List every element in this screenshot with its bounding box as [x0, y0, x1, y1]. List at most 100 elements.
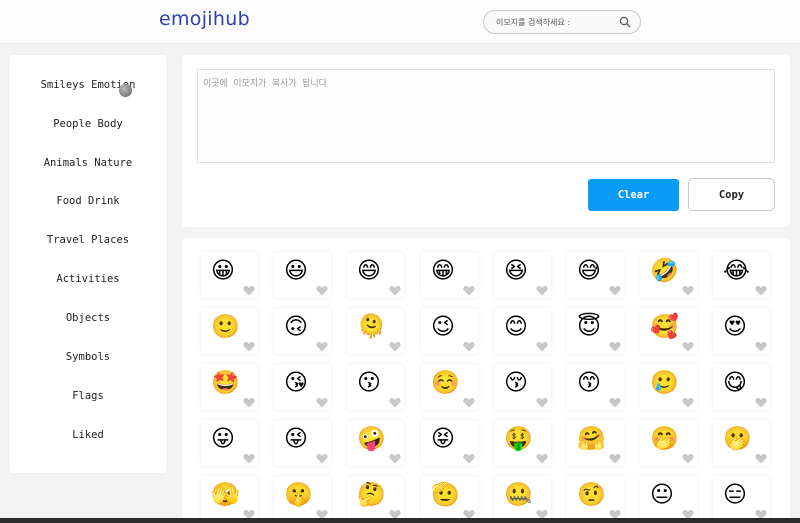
heart-icon[interactable]: [536, 285, 548, 296]
sidebar-item-activities[interactable]: Activities: [9, 267, 167, 291]
copy-textarea[interactable]: [203, 76, 769, 156]
heart-icon[interactable]: [463, 397, 475, 408]
heart-icon[interactable]: [609, 397, 621, 408]
search-icon[interactable]: [619, 16, 631, 28]
emoji-glyph: 😝: [431, 426, 455, 452]
sidebar-item-animals-nature[interactable]: Animals Nature: [9, 151, 167, 175]
emoji-card[interactable]: 🤑: [494, 420, 551, 466]
heart-icon[interactable]: [682, 285, 694, 296]
sidebar-item-smileys-emotion[interactable]: Smileys Emotion: [9, 73, 167, 97]
emoji-card[interactable]: 😐: [640, 476, 697, 522]
emoji-glyph: 🤭: [650, 426, 679, 452]
emoji-glyph: 😆: [504, 258, 528, 284]
heart-icon[interactable]: [682, 453, 694, 464]
emoji-glyph: 😘: [284, 370, 308, 396]
heart-icon[interactable]: [609, 285, 621, 296]
emoji-card[interactable]: 😅: [567, 252, 624, 298]
sidebar-item-travel-places[interactable]: Travel Places: [9, 228, 167, 252]
emoji-card[interactable]: 🤨: [567, 476, 624, 522]
emoji-card[interactable]: 😇: [567, 308, 624, 354]
emoji-glyph: 😀: [211, 258, 235, 284]
emoji-card[interactable]: 🤪: [347, 420, 404, 466]
heart-icon[interactable]: [389, 285, 401, 296]
heart-icon[interactable]: [609, 341, 621, 352]
emoji-card[interactable]: 😙: [567, 364, 624, 410]
emoji-card[interactable]: 🥰: [640, 308, 697, 354]
heart-icon[interactable]: [536, 453, 548, 464]
heart-icon[interactable]: [316, 285, 328, 296]
emoji-card[interactable]: 😆: [494, 252, 551, 298]
emoji-card[interactable]: 🤭: [640, 420, 697, 466]
emoji-card[interactable]: ☺️: [421, 364, 478, 410]
emoji-glyph: 😛: [211, 426, 235, 452]
category-sidebar: Smileys Emotion People Body Animals Natu…: [9, 55, 167, 473]
sidebar-item-liked[interactable]: Liked: [9, 423, 167, 447]
heart-icon[interactable]: [389, 397, 401, 408]
heart-icon[interactable]: [243, 453, 255, 464]
heart-icon[interactable]: [536, 341, 548, 352]
emoji-glyph: 🙃: [284, 314, 308, 340]
heart-icon[interactable]: [682, 341, 694, 352]
clear-button[interactable]: Clear: [588, 179, 679, 211]
emoji-card[interactable]: 😗: [347, 364, 404, 410]
heart-icon[interactable]: [243, 397, 255, 408]
emoji-glyph: 😁: [431, 258, 455, 284]
emoji-card[interactable]: 😀: [201, 252, 258, 298]
heart-icon[interactable]: [316, 397, 328, 408]
emoji-card[interactable]: 😉: [421, 308, 478, 354]
emoji-card[interactable]: 😂: [713, 252, 770, 298]
emoji-card[interactable]: 😋: [713, 364, 770, 410]
emoji-card[interactable]: 😑: [713, 476, 770, 522]
heart-icon[interactable]: [316, 453, 328, 464]
emoji-card[interactable]: 😝: [421, 420, 478, 466]
emoji-card[interactable]: 😄: [347, 252, 404, 298]
heart-icon[interactable]: [609, 453, 621, 464]
emoji-card[interactable]: 🥲: [640, 364, 697, 410]
emoji-card[interactable]: 🫢: [713, 420, 770, 466]
search-box[interactable]: [483, 10, 641, 34]
heart-icon[interactable]: [755, 285, 767, 296]
copy-button[interactable]: Copy: [688, 178, 775, 211]
emoji-card[interactable]: 😚: [494, 364, 551, 410]
heart-icon[interactable]: [463, 285, 475, 296]
heart-icon[interactable]: [389, 453, 401, 464]
heart-icon[interactable]: [755, 341, 767, 352]
emoji-card[interactable]: 🤣: [640, 252, 697, 298]
emoji-card[interactable]: 😘: [274, 364, 331, 410]
heart-icon[interactable]: [682, 397, 694, 408]
emoji-card[interactable]: 🙃: [274, 308, 331, 354]
emoji-card[interactable]: 🫣: [201, 476, 258, 522]
sidebar-item-flags[interactable]: Flags: [9, 384, 167, 408]
emoji-card[interactable]: 🫠: [347, 308, 404, 354]
emoji-card[interactable]: 😊: [494, 308, 551, 354]
emoji-card[interactable]: 😜: [274, 420, 331, 466]
heart-icon[interactable]: [243, 341, 255, 352]
sidebar-item-objects[interactable]: Objects: [9, 306, 167, 330]
emoji-card[interactable]: 🤩: [201, 364, 258, 410]
emoji-card[interactable]: 🫡: [421, 476, 478, 522]
search-input[interactable]: [496, 17, 619, 27]
emoji-card[interactable]: 🙂: [201, 308, 258, 354]
heart-icon[interactable]: [463, 341, 475, 352]
emoji-card[interactable]: 🤗: [567, 420, 624, 466]
heart-icon[interactable]: [463, 453, 475, 464]
emoji-card[interactable]: 🤔: [347, 476, 404, 522]
emoji-card[interactable]: 😁: [421, 252, 478, 298]
sidebar-item-food-drink[interactable]: Food Drink: [9, 189, 167, 213]
sidebar-item-symbols[interactable]: Symbols: [9, 345, 167, 369]
emoji-glyph: 😊: [504, 314, 528, 340]
mouse-cursor: [119, 84, 132, 97]
heart-icon[interactable]: [316, 341, 328, 352]
emoji-card[interactable]: 😛: [201, 420, 258, 466]
heart-icon[interactable]: [755, 397, 767, 408]
heart-icon[interactable]: [243, 285, 255, 296]
heart-icon[interactable]: [389, 341, 401, 352]
emoji-card[interactable]: 😍: [713, 308, 770, 354]
emoji-card[interactable]: 🤫: [274, 476, 331, 522]
logo[interactable]: emojihub: [159, 8, 250, 30]
emoji-card[interactable]: 🤐: [494, 476, 551, 522]
heart-icon[interactable]: [755, 453, 767, 464]
sidebar-item-people-body[interactable]: People Body: [9, 112, 167, 136]
heart-icon[interactable]: [536, 397, 548, 408]
emoji-card[interactable]: 😃: [274, 252, 331, 298]
